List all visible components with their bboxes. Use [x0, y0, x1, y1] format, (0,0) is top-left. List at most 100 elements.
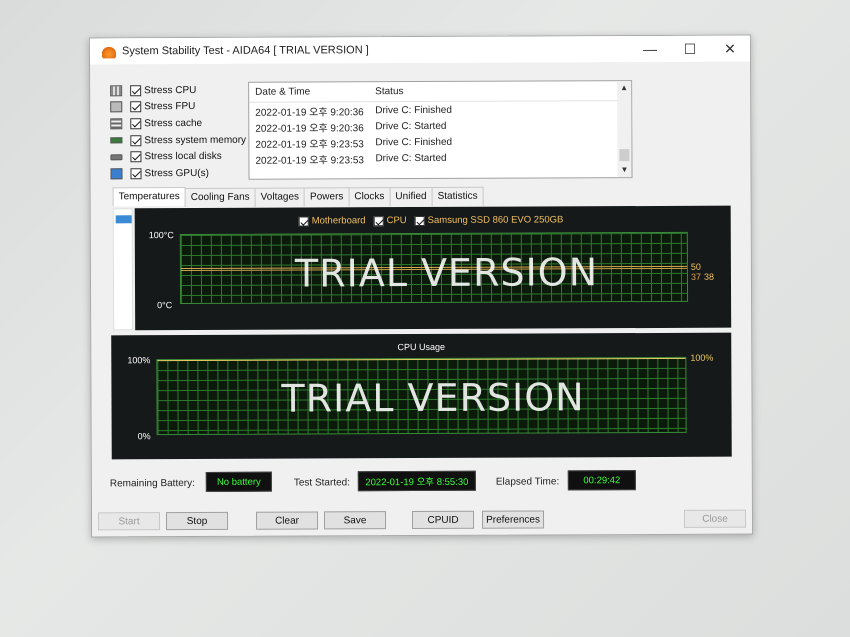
- tab-clocks[interactable]: Clocks: [348, 187, 391, 207]
- stress-cache-option[interactable]: Stress cache: [110, 115, 250, 132]
- minimize-button[interactable]: —: [630, 36, 670, 62]
- start-button[interactable]: Start: [97, 512, 161, 531]
- cache-icon: [110, 118, 123, 130]
- cpu-y-min-label: 0%: [137, 431, 151, 442]
- aida64-flame-icon: [101, 44, 117, 59]
- tab-temperatures[interactable]: Temperatures: [112, 187, 186, 207]
- sensor-indicator: [115, 215, 132, 224]
- memory-icon: [110, 137, 123, 144]
- preferences-button[interactable]: Preferences: [481, 510, 545, 529]
- tab-statistics[interactable]: Statistics: [431, 186, 484, 206]
- cpu-checkbox[interactable]: [373, 215, 384, 226]
- aida64-window: System Stability Test - AIDA64 [ TRIAL V…: [88, 34, 754, 538]
- ssd-checkbox[interactable]: [414, 215, 425, 226]
- scroll-up-arrow-icon[interactable]: ▲: [617, 81, 631, 95]
- tab-voltages[interactable]: Voltages: [254, 187, 306, 207]
- temp-y-max-label: 100°C: [148, 230, 174, 241]
- log-datetime: 2022-01-19 오후 9:20:36: [255, 122, 364, 135]
- maximize-button[interactable]: ☐: [670, 36, 710, 62]
- stress-fpu-label: Stress FPU: [144, 101, 196, 113]
- test-info-row: Remaining Battery: No battery Test Start…: [110, 470, 730, 495]
- status-log-row[interactable]: 2022-01-19 오후 9:20:36 Drive C: Finished: [249, 101, 631, 119]
- status-log-row[interactable]: 2022-01-19 오후 9:20:36 Drive C: Started: [249, 117, 631, 135]
- log-status: Drive C: Started: [375, 152, 447, 164]
- test-started-label: Test Started:: [293, 477, 351, 489]
- temp-value-label: 38: [703, 271, 714, 282]
- legend-cpu-label: CPU: [386, 215, 407, 227]
- legend-motherboard[interactable]: Motherboard: [298, 215, 366, 227]
- tab-unified[interactable]: Unified: [389, 186, 433, 207]
- cpuid-button[interactable]: CPUID: [411, 510, 475, 530]
- stress-cpu-checkbox[interactable]: [130, 85, 142, 97]
- stress-cache-checkbox[interactable]: [130, 118, 142, 130]
- cpu-usage-series-line: [157, 357, 686, 362]
- stop-button[interactable]: Stop: [165, 511, 229, 531]
- tab-powers[interactable]: Powers: [304, 187, 350, 207]
- window-title: System Stability Test - AIDA64 [ TRIAL V…: [121, 44, 369, 58]
- stress-cpu-label: Stress CPU: [144, 84, 197, 97]
- cpu-value-label: 100%: [690, 352, 714, 363]
- log-status: Drive C: Started: [375, 120, 447, 132]
- log-status: Drive C: Finished: [375, 104, 452, 116]
- stress-gpu-checkbox[interactable]: [130, 167, 142, 180]
- test-started-value: 2022-01-19 오후 8:55:30: [357, 470, 476, 492]
- temperature-legend: Motherboard CPU Samsung SSD 860 EVO 250G…: [298, 214, 572, 227]
- disk-icon: [110, 153, 123, 161]
- status-log-row[interactable]: 2022-01-19 오후 9:23:53 Drive C: Finished: [249, 133, 631, 151]
- motherboard-checkbox[interactable]: [298, 215, 309, 227]
- legend-ssd[interactable]: Samsung SSD 860 EVO 250GB: [414, 214, 564, 226]
- cpu-chart-title: CPU Usage: [397, 341, 446, 353]
- log-datetime: 2022-01-19 오후 9:23:53: [255, 154, 364, 167]
- fpu-icon: [110, 101, 123, 113]
- log-datetime: 2022-01-19 오후 9:23:53: [255, 138, 364, 151]
- save-button[interactable]: Save: [323, 511, 387, 530]
- stress-gpu-label: Stress GPU(s): [144, 167, 209, 179]
- battery-label: Remaining Battery:: [109, 477, 195, 490]
- legend-cpu[interactable]: CPU: [373, 215, 407, 227]
- elapsed-time-label: Elapsed Time:: [495, 476, 560, 488]
- close-window-button[interactable]: ✕: [710, 36, 750, 62]
- datetime-column-header[interactable]: Date & Time: [249, 86, 375, 98]
- stress-cache-label: Stress cache: [144, 117, 203, 130]
- temp-y-min-label: 0°C: [157, 300, 173, 311]
- button-row: Start Stop Clear Save CPUID Preferences …: [92, 509, 752, 531]
- stress-cpu-option[interactable]: Stress CPU: [110, 82, 250, 99]
- stress-disks-checkbox[interactable]: [130, 151, 142, 163]
- tab-cooling-fans[interactable]: Cooling Fans: [184, 187, 256, 208]
- temperature-graph: Motherboard CPU Samsung SSD 860 EVO 250G…: [134, 205, 732, 331]
- temp-value-label: 50: [690, 261, 701, 272]
- trial-watermark: TRIAL VERSION: [294, 250, 599, 296]
- status-column-header[interactable]: Status: [375, 85, 631, 97]
- close-button[interactable]: Close: [683, 509, 747, 528]
- legend-motherboard-label: Motherboard: [311, 215, 366, 227]
- temp-value-label: 37: [690, 271, 701, 282]
- cpu-icon: [110, 85, 123, 97]
- log-status: Drive C: Finished: [375, 136, 453, 148]
- scroll-down-arrow-icon[interactable]: ▼: [617, 163, 631, 177]
- stress-fpu-option[interactable]: Stress FPU: [110, 98, 250, 115]
- status-log-list[interactable]: Date & Time Status 2022-01-19 오후 9:20:36…: [248, 80, 633, 180]
- status-log-header: Date & Time Status: [249, 81, 632, 103]
- cpu-usage-graph: CPU Usage 100% 0% TRIAL VERSION 100%: [111, 332, 732, 460]
- stress-disks-option[interactable]: Stress local disks: [110, 148, 250, 165]
- title-bar[interactable]: System Stability Test - AIDA64 [ TRIAL V…: [89, 35, 751, 65]
- sensor-side-strip: [112, 208, 134, 331]
- trial-watermark: TRIAL VERSION: [281, 375, 585, 421]
- stress-gpu-option[interactable]: Stress GPU(s): [110, 165, 250, 182]
- stress-options: Stress CPU Stress FPU Stress cache Stres…: [110, 82, 250, 182]
- elapsed-time-value: 00:29:42: [567, 470, 636, 491]
- gpu-icon: [110, 168, 123, 180]
- stress-memory-checkbox[interactable]: [130, 134, 142, 146]
- legend-ssd-label: Samsung SSD 860 EVO 250GB: [427, 214, 564, 226]
- stress-memory-option[interactable]: Stress system memory: [110, 132, 250, 149]
- status-log-row[interactable]: 2022-01-19 오후 9:23:53 Drive C: Started: [249, 149, 631, 167]
- cpu-y-max-label: 100%: [127, 355, 151, 366]
- stress-disks-label: Stress local disks: [144, 151, 222, 163]
- clear-button[interactable]: Clear: [255, 511, 319, 530]
- scroll-thumb[interactable]: [619, 149, 630, 162]
- stress-fpu-checkbox[interactable]: [130, 101, 142, 113]
- status-log-scrollbar[interactable]: ▲ ▼: [617, 81, 632, 178]
- stress-memory-label: Stress system memory: [144, 134, 247, 146]
- log-datetime: 2022-01-19 오후 9:20:36: [255, 106, 364, 119]
- battery-value: No battery: [205, 471, 272, 492]
